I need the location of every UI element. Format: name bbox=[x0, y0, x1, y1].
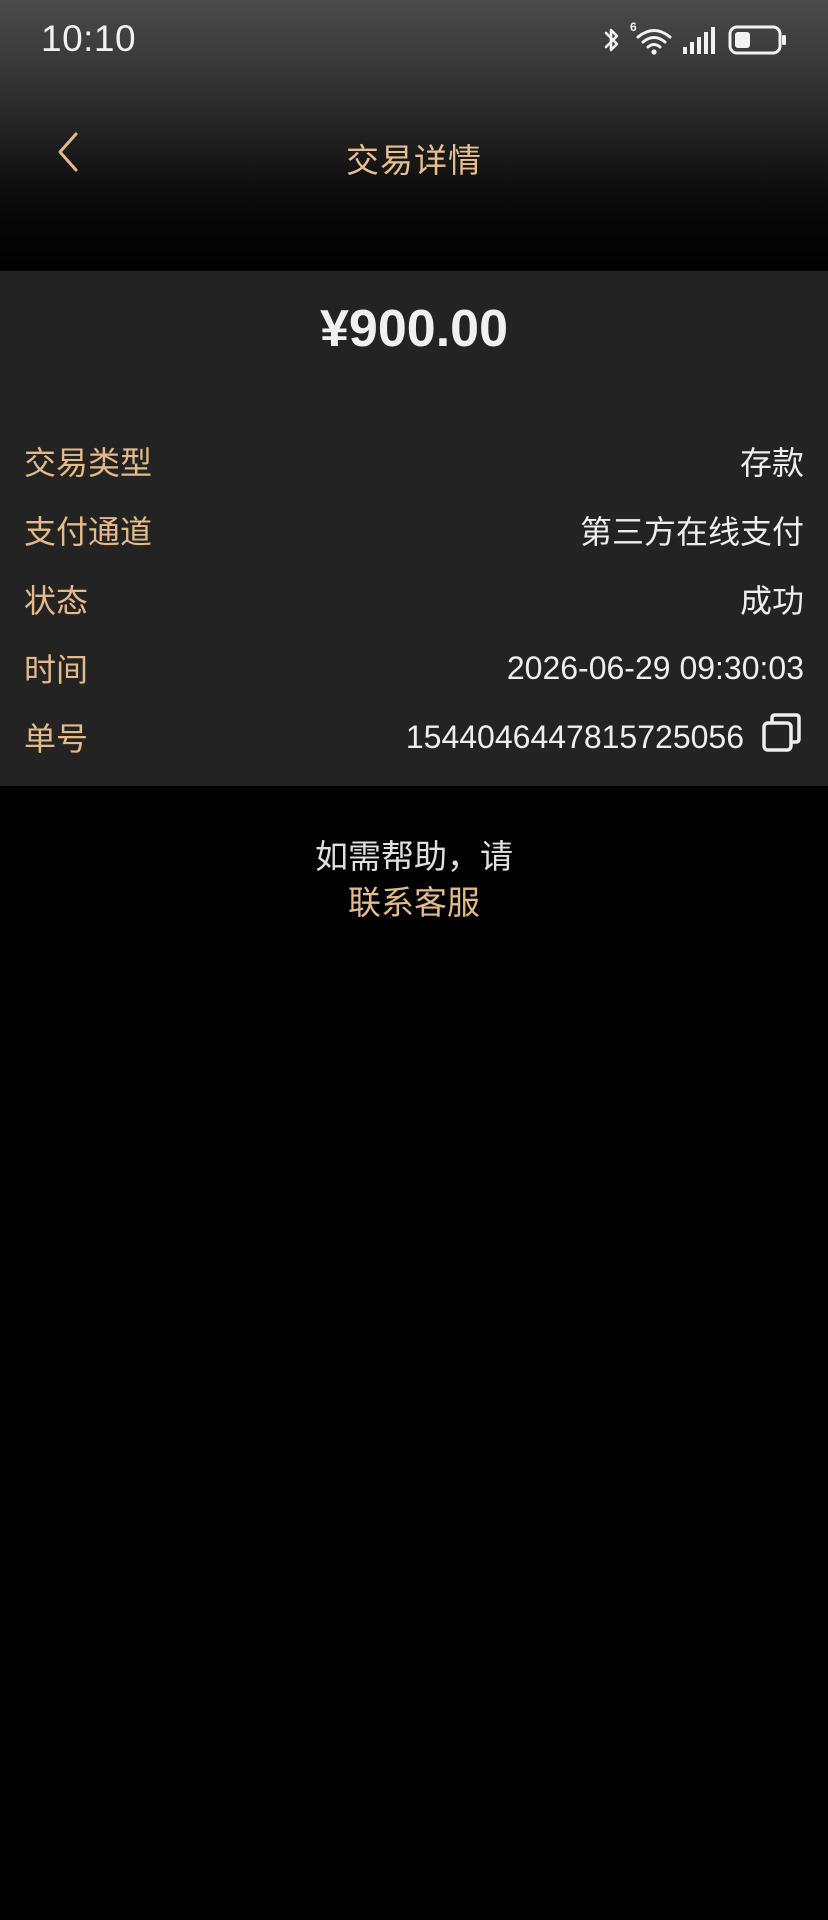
copy-icon bbox=[761, 712, 803, 762]
row-transaction-type: 交易类型 存款 bbox=[24, 433, 804, 489]
row-status: 状态 成功 bbox=[24, 571, 804, 627]
row-label: 支付通道 bbox=[24, 513, 153, 551]
time-value: 2026-06-29 09:30:03 bbox=[506, 649, 804, 686]
contact-support-link[interactable]: 联系客服 bbox=[0, 880, 828, 926]
status-value: 成功 bbox=[739, 582, 804, 620]
wifi-badge: 6 bbox=[630, 20, 637, 34]
nav-bar: 交易详情 bbox=[0, 110, 828, 202]
wifi-icon: 6 bbox=[630, 20, 672, 56]
row-label: 状态 bbox=[24, 582, 89, 620]
order-number-value: 1544046447815725056 bbox=[405, 718, 744, 755]
row-time: 时间 2026-06-29 09:30:03 bbox=[24, 640, 804, 696]
transaction-detail-card: ¥900.00 交易类型 存款 支付通道 第三方在线支付 状态 成功 时间 20… bbox=[0, 271, 828, 786]
row-order-number: 单号 1544046447815725056 bbox=[24, 709, 804, 765]
status-icons: 6 bbox=[602, 20, 788, 58]
row-label: 交易类型 bbox=[24, 444, 153, 482]
help-section: 如需帮助，请 联系客服 bbox=[0, 834, 828, 926]
help-text: 如需帮助，请 bbox=[315, 837, 513, 876]
status-bar: 10:10 6 bbox=[0, 0, 828, 80]
header-background: 10:10 6 交易详情 bbox=[0, 0, 828, 271]
row-value: 第三方在线支付 bbox=[579, 513, 804, 551]
row-payment-channel: 支付通道 第三方在线支付 bbox=[24, 502, 804, 558]
page-title: 交易详情 bbox=[346, 141, 482, 180]
transaction-amount: ¥900.00 bbox=[320, 300, 508, 358]
row-label: 单号 bbox=[24, 720, 89, 758]
order-number-group: 1544046447815725056 bbox=[405, 712, 804, 762]
row-label: 时间 bbox=[24, 651, 89, 689]
battery-icon bbox=[728, 25, 788, 55]
signal-icon bbox=[682, 25, 718, 55]
bluetooth-icon bbox=[602, 25, 622, 55]
copy-button[interactable] bbox=[760, 712, 804, 762]
status-time: 10:10 bbox=[41, 18, 137, 59]
row-value: 存款 bbox=[739, 444, 804, 482]
